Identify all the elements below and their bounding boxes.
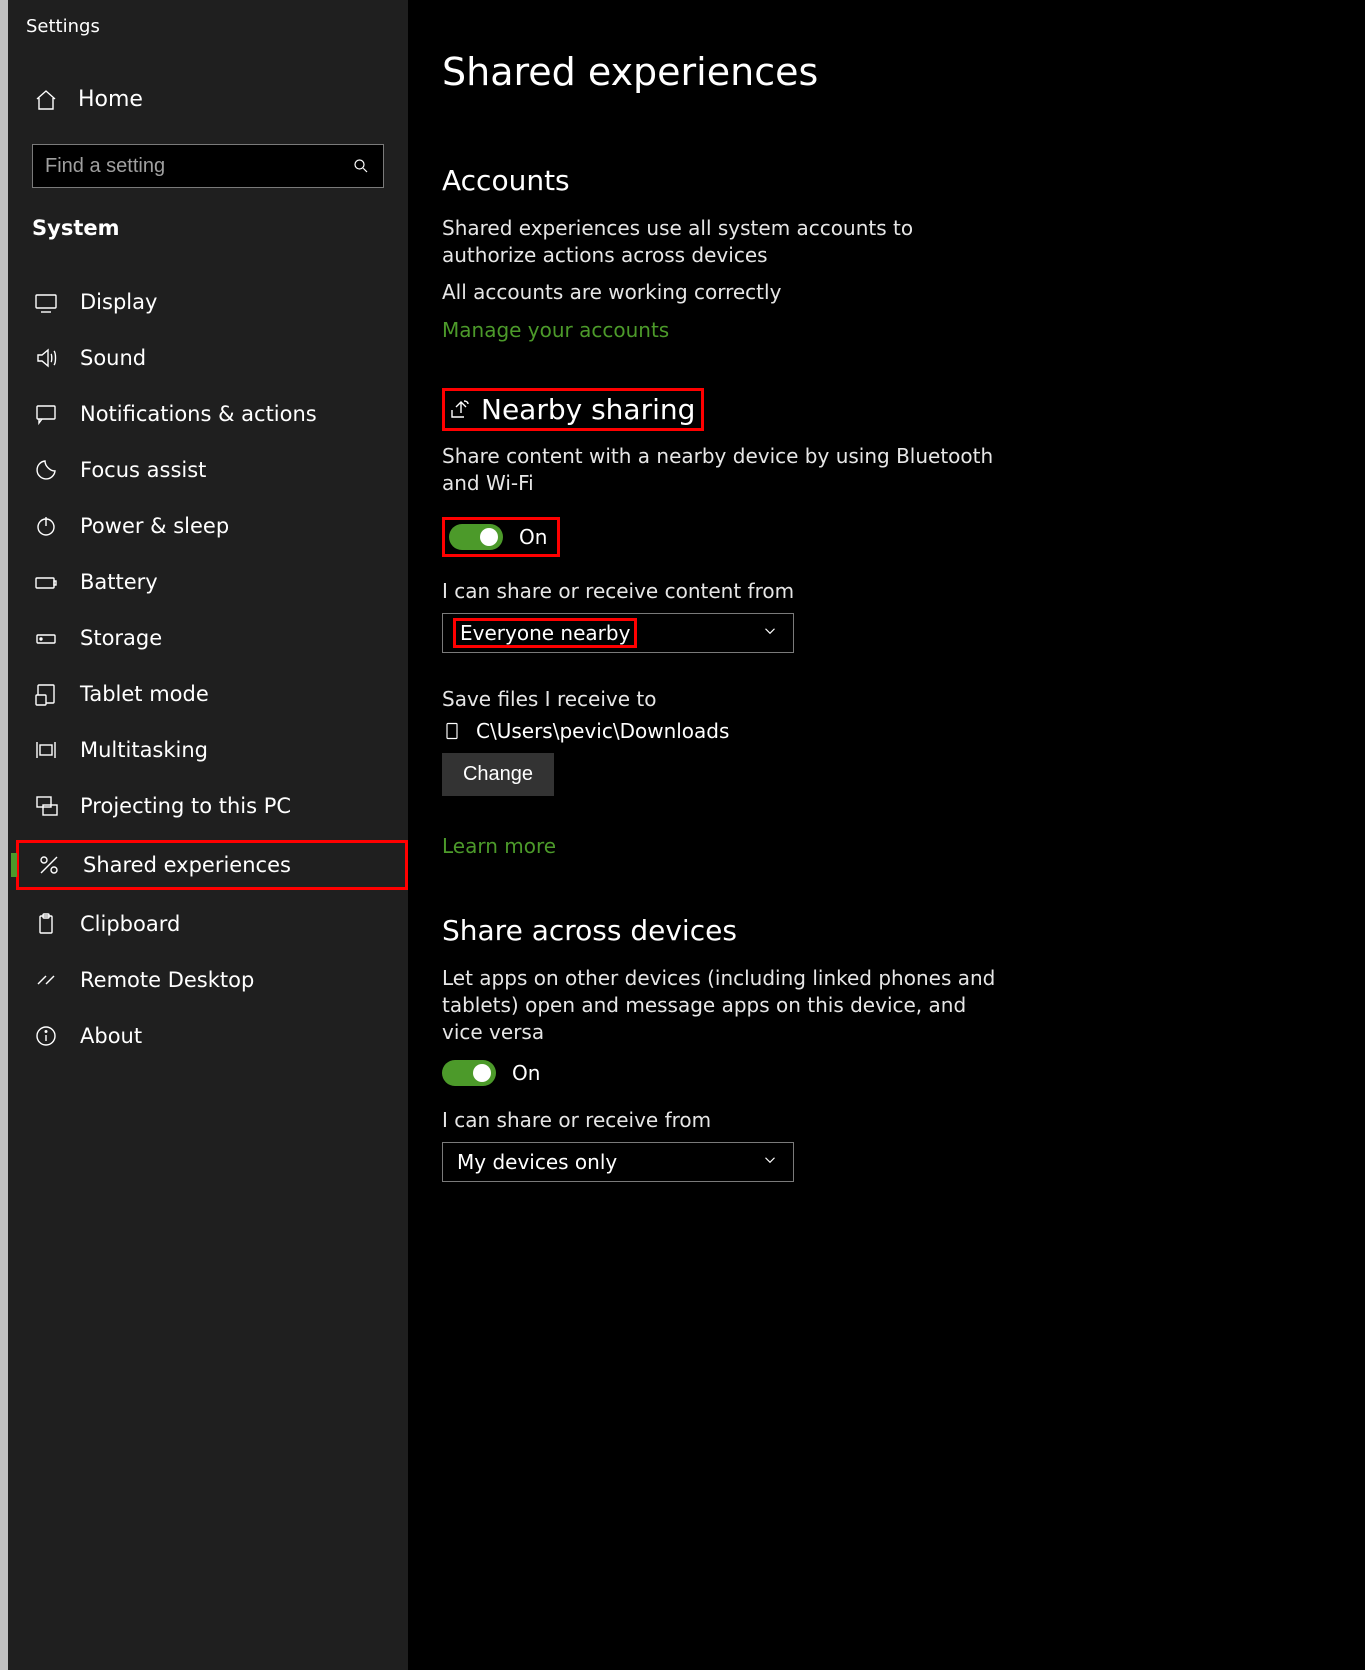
sidebar-item-focus-assist[interactable]: Focus assist — [8, 442, 408, 498]
sidebar-item-label: Projecting to this PC — [80, 794, 291, 818]
app-title: Settings — [8, 0, 408, 47]
share-across-scope-label: I can share or receive from — [442, 1108, 1331, 1132]
chevron-down-icon — [761, 622, 779, 644]
sidebar-item-clipboard[interactable]: Clipboard — [8, 896, 408, 952]
toggle-state-label: On — [512, 1061, 540, 1085]
search-icon — [339, 157, 383, 175]
sidebar-item-multitasking[interactable]: Multitasking — [8, 722, 408, 778]
home-icon — [34, 88, 58, 112]
share-across-description: Let apps on other devices (including lin… — [442, 965, 1002, 1046]
save-location-row: C\Users\pevic\Downloads — [442, 719, 1331, 743]
main-content: Shared experiences Accounts Shared exper… — [408, 0, 1365, 1670]
sound-icon — [34, 346, 58, 370]
sidebar: Settings Home System Display Sound Notif… — [8, 0, 408, 1670]
sidebar-item-shared-experiences[interactable]: Shared experiences — [16, 840, 408, 890]
about-icon — [34, 1024, 58, 1048]
sidebar-item-label: About — [80, 1024, 142, 1048]
sidebar-item-power-sleep[interactable]: Power & sleep — [8, 498, 408, 554]
sidebar-item-label: Battery — [80, 570, 158, 594]
multitasking-icon — [34, 738, 58, 762]
accounts-heading: Accounts — [442, 164, 1331, 197]
sidebar-item-sound[interactable]: Sound — [8, 330, 408, 386]
sidebar-item-label: Display — [80, 290, 157, 314]
sidebar-item-label: Remote Desktop — [80, 968, 254, 992]
category-label: System — [8, 188, 408, 248]
focus-assist-icon — [34, 458, 58, 482]
chevron-down-icon — [761, 1151, 779, 1173]
nearby-sharing-toggle[interactable] — [449, 524, 503, 550]
nearby-scope-label: I can share or receive content from — [442, 579, 1331, 603]
page-title: Shared experiences — [442, 50, 1331, 94]
nearby-sharing-heading: Nearby sharing — [481, 393, 695, 426]
sidebar-item-battery[interactable]: Battery — [8, 554, 408, 610]
nearby-scope-select[interactable]: Everyone nearby — [442, 613, 794, 653]
home-label: Home — [78, 87, 143, 112]
accounts-status: All accounts are working correctly — [442, 279, 1331, 306]
save-location-label: Save files I receive to — [442, 687, 1331, 711]
sidebar-item-label: Storage — [80, 626, 162, 650]
projecting-icon — [34, 794, 58, 818]
share-across-devices-section: Share across devices Let apps on other d… — [442, 914, 1331, 1182]
share-across-heading: Share across devices — [442, 914, 1331, 947]
sidebar-item-about[interactable]: About — [8, 1008, 408, 1064]
share-across-scope-value: My devices only — [457, 1150, 617, 1174]
sidebar-item-label: Sound — [80, 346, 146, 370]
sidebar-item-storage[interactable]: Storage — [8, 610, 408, 666]
notifications-icon — [34, 402, 58, 426]
share-across-scope-select[interactable]: My devices only — [442, 1142, 794, 1182]
tablet-icon — [34, 682, 58, 706]
share-icon — [447, 398, 471, 422]
remote-desktop-icon — [34, 968, 58, 992]
manage-accounts-link[interactable]: Manage your accounts — [442, 318, 669, 342]
sidebar-item-tablet-mode[interactable]: Tablet mode — [8, 666, 408, 722]
sidebar-item-label: Tablet mode — [80, 682, 209, 706]
accounts-description: Shared experiences use all system accoun… — [442, 215, 982, 269]
clipboard-icon — [34, 912, 58, 936]
save-location-path: C\Users\pevic\Downloads — [476, 719, 729, 743]
battery-icon — [34, 570, 58, 594]
search-field[interactable] — [32, 144, 384, 188]
sidebar-item-label: Focus assist — [80, 458, 206, 482]
sidebar-item-label: Shared experiences — [83, 853, 291, 877]
nearby-scope-value: Everyone nearby — [453, 618, 637, 648]
sidebar-item-remote-desktop[interactable]: Remote Desktop — [8, 952, 408, 1008]
nearby-sharing-description: Share content with a nearby device by us… — [442, 443, 1002, 497]
sidebar-item-projecting[interactable]: Projecting to this PC — [8, 778, 408, 834]
window-edge — [0, 0, 8, 1670]
toggle-state-label: On — [519, 525, 547, 549]
sidebar-item-label: Clipboard — [80, 912, 180, 936]
sidebar-item-notifications[interactable]: Notifications & actions — [8, 386, 408, 442]
folder-icon — [442, 719, 462, 743]
change-button[interactable]: Change — [442, 753, 554, 796]
sidebar-item-display[interactable]: Display — [8, 274, 408, 330]
sidebar-item-label: Power & sleep — [80, 514, 229, 538]
accounts-section: Accounts Shared experiences use all syst… — [442, 164, 1331, 342]
power-icon — [34, 514, 58, 538]
display-icon — [34, 290, 58, 314]
storage-icon — [34, 626, 58, 650]
nearby-sharing-section: Nearby sharing Share content with a near… — [442, 388, 1331, 858]
sidebar-item-label: Notifications & actions — [80, 402, 317, 426]
home-button[interactable]: Home — [8, 73, 408, 126]
shared-experiences-icon — [37, 853, 61, 877]
nav-list: Display Sound Notifications & actions Fo… — [8, 274, 408, 1064]
sidebar-item-label: Multitasking — [80, 738, 208, 762]
learn-more-link[interactable]: Learn more — [442, 834, 556, 858]
search-input[interactable] — [33, 155, 339, 178]
share-across-toggle[interactable] — [442, 1060, 496, 1086]
